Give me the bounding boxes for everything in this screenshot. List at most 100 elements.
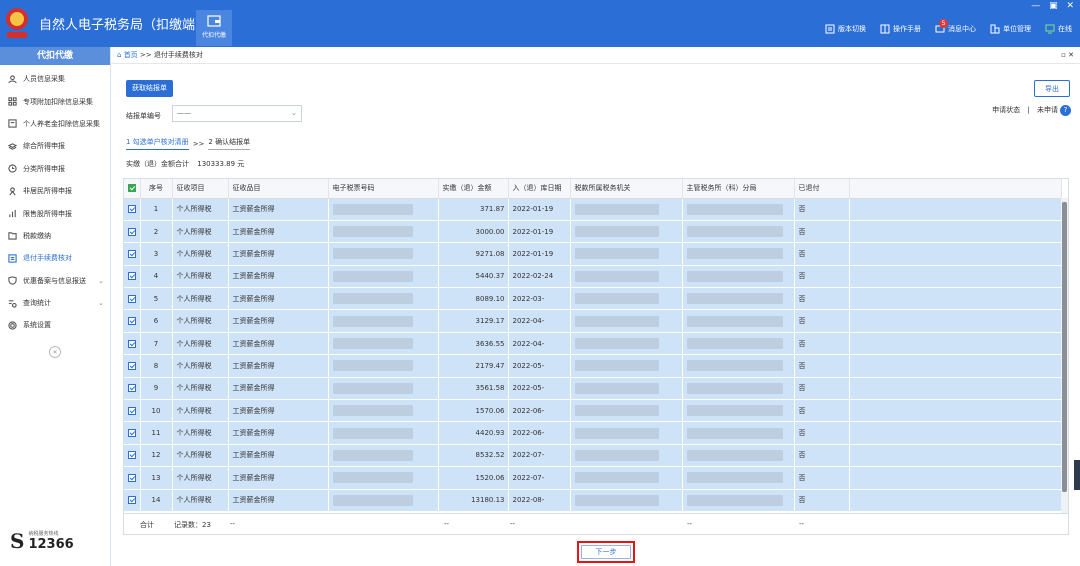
scrollbar-thumb[interactable] — [1062, 202, 1067, 492]
table-row[interactable]: 9 个人所得税 工资薪金所得 3561.58 2022-05- 否 — [124, 377, 1062, 401]
export-button[interactable]: 导出 — [1034, 80, 1070, 97]
tab-withholding[interactable]: 代扣代缴 — [196, 10, 232, 46]
help-icon[interactable]: ? — [1060, 105, 1071, 116]
cell-amount: 2179.47 — [438, 354, 509, 378]
row-checkbox-cell[interactable] — [124, 242, 141, 266]
version-switch-button[interactable]: 版本切换 — [825, 24, 866, 34]
redacted-block — [574, 248, 659, 260]
row-checkbox-cell[interactable] — [124, 421, 141, 445]
table-row[interactable]: 11 个人所得税 工资薪金所得 4420.93 2022-06- 否 — [124, 421, 1062, 445]
table-row[interactable]: 12 个人所得税 工资薪金所得 8532.52 2022-07- 否 — [124, 444, 1062, 468]
cell-branch — [682, 265, 795, 289]
select-all-cell[interactable] — [124, 179, 141, 199]
table-row[interactable]: 10 个人所得税 工资薪金所得 1570.06 2022-06- 否 — [124, 399, 1062, 423]
cell-date: 2022-03- — [508, 287, 571, 311]
next-button-highlight: 下一步 — [577, 541, 635, 563]
cell-no: 10 — [140, 399, 173, 423]
row-checkbox-cell[interactable] — [124, 287, 141, 311]
sidebar-item-pension[interactable]: 个人养老金扣除信息采集 — [0, 113, 110, 135]
row-checkbox[interactable] — [127, 384, 136, 393]
cell-sub-item: 工资薪金所得 — [228, 265, 329, 289]
table-row[interactable]: 2 个人所得税 工资薪金所得 3000.00 2022-01-19 否 — [124, 220, 1062, 244]
get-statement-button[interactable]: 获取结报单 — [126, 80, 173, 97]
sidebar-item-classified[interactable]: 分类所得申报 — [0, 158, 110, 180]
row-checkbox[interactable] — [127, 406, 136, 415]
table-row[interactable]: 14 个人所得税 工资薪金所得 13180.13 2022-08- 否 — [124, 489, 1062, 512]
unit-management-button[interactable]: 单位管理 — [990, 24, 1031, 34]
hotline: S 纳税服务热线 12366 — [10, 529, 74, 553]
table-row[interactable]: 8 个人所得税 工资薪金所得 2179.47 2022-05- 否 — [124, 354, 1062, 378]
sidebar-item-query[interactable]: 查询统计 ⌄ — [0, 292, 110, 314]
row-checkbox-cell[interactable] — [124, 198, 141, 221]
sidebar-item-personnel[interactable]: 人员信息采集 — [0, 68, 110, 90]
row-checkbox-cell[interactable] — [124, 377, 141, 401]
cell-ticket-no — [328, 198, 439, 221]
row-checkbox[interactable] — [127, 429, 136, 438]
table-row[interactable]: 3 个人所得税 工资薪金所得 9271.08 2022-01-19 否 — [124, 242, 1062, 266]
row-checkbox[interactable] — [127, 272, 136, 281]
close-button[interactable]: ✕ — [1066, 1, 1074, 11]
maximize-button[interactable]: ▣ — [1049, 1, 1058, 11]
breadcrumb-home[interactable]: 首页 — [124, 51, 138, 59]
table-row[interactable]: 7 个人所得税 工资薪金所得 3636.55 2022-04- 否 — [124, 332, 1062, 356]
manual-button[interactable]: 操作手册 — [880, 24, 921, 34]
step-1[interactable]: 1 勾选单户核对清册 — [126, 137, 189, 150]
row-checkbox-cell[interactable] — [124, 354, 141, 378]
row-checkbox[interactable] — [127, 317, 136, 326]
message-center-button[interactable]: 5 消息中心 — [935, 19, 976, 34]
sidebar-collapse-button[interactable]: « — [49, 346, 61, 358]
row-checkbox[interactable] — [127, 205, 136, 214]
table-row[interactable]: 13 个人所得税 工资薪金所得 1520.06 2022-07- 否 — [124, 466, 1062, 490]
row-checkbox[interactable] — [127, 361, 136, 370]
sidebar-item-tax-payment[interactable]: 税款缴纳 — [0, 225, 110, 247]
cell-tax-authority — [570, 377, 683, 401]
row-checkbox-cell[interactable] — [124, 265, 141, 289]
table-row[interactable]: 1 个人所得税 工资薪金所得 371.87 2022-01-19 否 — [124, 198, 1062, 221]
sidebar-item-refund-fee[interactable]: 退付手续费核对 — [0, 247, 110, 269]
row-checkbox-cell[interactable] — [124, 466, 141, 490]
cell-date: 2022-02-24 — [508, 265, 571, 289]
row-checkbox[interactable] — [127, 294, 136, 303]
row-checkbox-cell[interactable] — [124, 399, 141, 423]
row-checkbox[interactable] — [127, 496, 136, 505]
table-row[interactable]: 4 个人所得税 工资薪金所得 5440.37 2022-02-24 否 — [124, 265, 1062, 289]
table-scrollbar[interactable] — [1061, 198, 1068, 516]
cell-filler — [849, 377, 1062, 401]
row-checkbox-cell[interactable] — [124, 444, 141, 468]
row-checkbox-cell[interactable] — [124, 489, 141, 512]
cell-ticket-no — [328, 421, 439, 445]
sidebar-item-restricted-stock[interactable]: 限售股所得申报 — [0, 202, 110, 224]
sidebar-item-nonresident[interactable]: 非居民所得申报 — [0, 180, 110, 202]
statement-number-select[interactable]: —— ⌄ — [172, 105, 302, 122]
step-2[interactable]: 2 确认结报单 — [208, 137, 251, 150]
minimize-button[interactable]: — — [1031, 1, 1040, 11]
sidebar-item-settings[interactable]: 系统设置 — [0, 314, 110, 336]
row-checkbox[interactable] — [127, 227, 136, 236]
sidebar-item-special-deduction[interactable]: 专项附加扣除信息采集 — [0, 90, 110, 112]
col-sub-item: 征收品目 — [228, 179, 329, 199]
row-checkbox[interactable] — [127, 249, 136, 258]
row-checkbox-cell[interactable] — [124, 309, 141, 333]
cell-item: 个人所得税 — [172, 377, 229, 401]
sidebar-item-preferential[interactable]: 优惠备案与信息报送 ⌄ — [0, 270, 110, 292]
building-icon — [990, 24, 1000, 34]
col-amount: 实缴（退）金额 — [438, 179, 509, 199]
cell-ticket-no — [328, 466, 439, 490]
online-status-button[interactable]: 在线 — [1045, 24, 1072, 34]
cell-no: 14 — [140, 489, 173, 512]
table-row[interactable]: 5 个人所得税 工资薪金所得 8089.10 2022-03- 否 — [124, 287, 1062, 311]
row-checkbox-cell[interactable] — [124, 332, 141, 356]
tab-controls[interactable]: ▫ ✕ — [1061, 47, 1074, 64]
row-checkbox[interactable] — [127, 473, 136, 482]
table-row[interactable]: 6 个人所得税 工资薪金所得 3129.17 2022-04- 否 — [124, 309, 1062, 333]
side-edge-tab[interactable] — [1074, 460, 1080, 490]
cell-tax-authority — [570, 489, 683, 512]
breadcrumb-separator: >> — [139, 51, 152, 59]
next-step-button[interactable]: 下一步 — [581, 545, 631, 559]
row-checkbox[interactable] — [127, 451, 136, 460]
redacted-block — [686, 382, 783, 394]
row-checkbox[interactable] — [127, 339, 136, 348]
select-all-checkbox[interactable] — [127, 184, 136, 193]
row-checkbox-cell[interactable] — [124, 220, 141, 244]
sidebar-item-comprehensive[interactable]: 综合所得申报 — [0, 135, 110, 157]
